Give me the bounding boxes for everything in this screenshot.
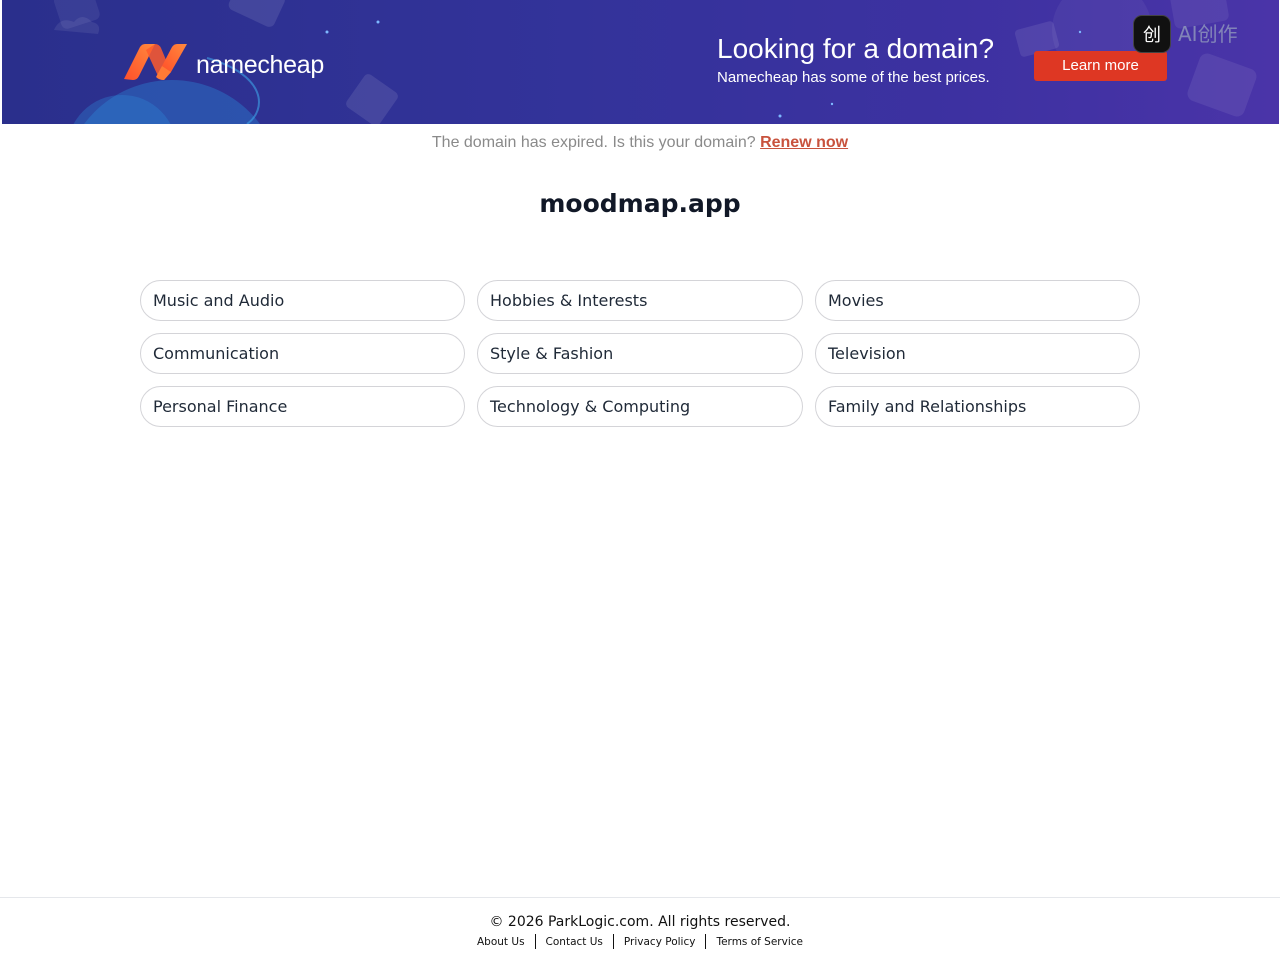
expired-notice: The domain has expired. Is this your dom… bbox=[0, 133, 1280, 153]
category-link-hobbies-interests[interactable]: Hobbies & Interests bbox=[477, 280, 803, 321]
category-link-style-fashion[interactable]: Style & Fashion bbox=[477, 333, 803, 374]
category-link-movies[interactable]: Movies bbox=[815, 280, 1140, 321]
footer-link-privacy-policy[interactable]: Privacy Policy bbox=[624, 935, 696, 949]
learn-more-button[interactable]: Learn more bbox=[1034, 51, 1167, 81]
footer-link-about-us[interactable]: About Us bbox=[477, 935, 525, 949]
renew-now-link[interactable]: Renew now bbox=[760, 134, 848, 151]
footer-link-terms-of-service[interactable]: Terms of Service bbox=[716, 935, 803, 949]
copyright-text: © 2026 ParkLogic.com. All rights reserve… bbox=[489, 914, 791, 930]
parked-domain-page: namecheap Looking for a domain? Namechea… bbox=[0, 0, 1280, 960]
ai-watermark-icon: 创 bbox=[1133, 15, 1171, 53]
category-link-technology-computing[interactable]: Technology & Computing bbox=[477, 386, 803, 427]
expired-notice-text: The domain has expired. Is this your dom… bbox=[431, 134, 756, 151]
category-link-family-relationships[interactable]: Family and Relationships bbox=[815, 386, 1140, 427]
footer-divider bbox=[705, 934, 707, 949]
category-link-personal-finance[interactable]: Personal Finance bbox=[140, 386, 465, 427]
category-link-television[interactable]: Television bbox=[815, 333, 1140, 374]
footer-links: About Us Contact Us Privacy Policy Terms… bbox=[0, 934, 1280, 949]
category-link-communication[interactable]: Communication bbox=[140, 333, 465, 374]
category-grid: Music and Audio Hobbies & Interests Movi… bbox=[140, 280, 1140, 427]
footer-divider bbox=[612, 934, 614, 949]
namecheap-banner[interactable]: namecheap Looking for a domain? Namechea… bbox=[2, 0, 1279, 124]
ai-watermark: 创 AI创作 bbox=[1133, 15, 1238, 53]
promo-block: Looking for a domain? Namecheap has some… bbox=[717, 32, 994, 88]
promo-subtitle: Namecheap has some of the best prices. bbox=[717, 69, 990, 86]
category-link-music-and-audio[interactable]: Music and Audio bbox=[140, 280, 465, 321]
namecheap-wordmark: namecheap bbox=[196, 50, 324, 79]
promo-title: Looking for a domain? bbox=[717, 33, 995, 64]
footer-divider bbox=[534, 934, 536, 949]
namecheap-logo-icon bbox=[124, 44, 187, 80]
page-footer: © 2026 ParkLogic.com. All rights reserve… bbox=[0, 897, 1280, 960]
namecheap-logo[interactable]: namecheap bbox=[122, 42, 324, 82]
ai-watermark-text: AI创作 bbox=[1178, 22, 1238, 46]
footer-link-contact-us[interactable]: Contact Us bbox=[546, 935, 603, 949]
domain-name: moodmap.app bbox=[539, 189, 741, 218]
